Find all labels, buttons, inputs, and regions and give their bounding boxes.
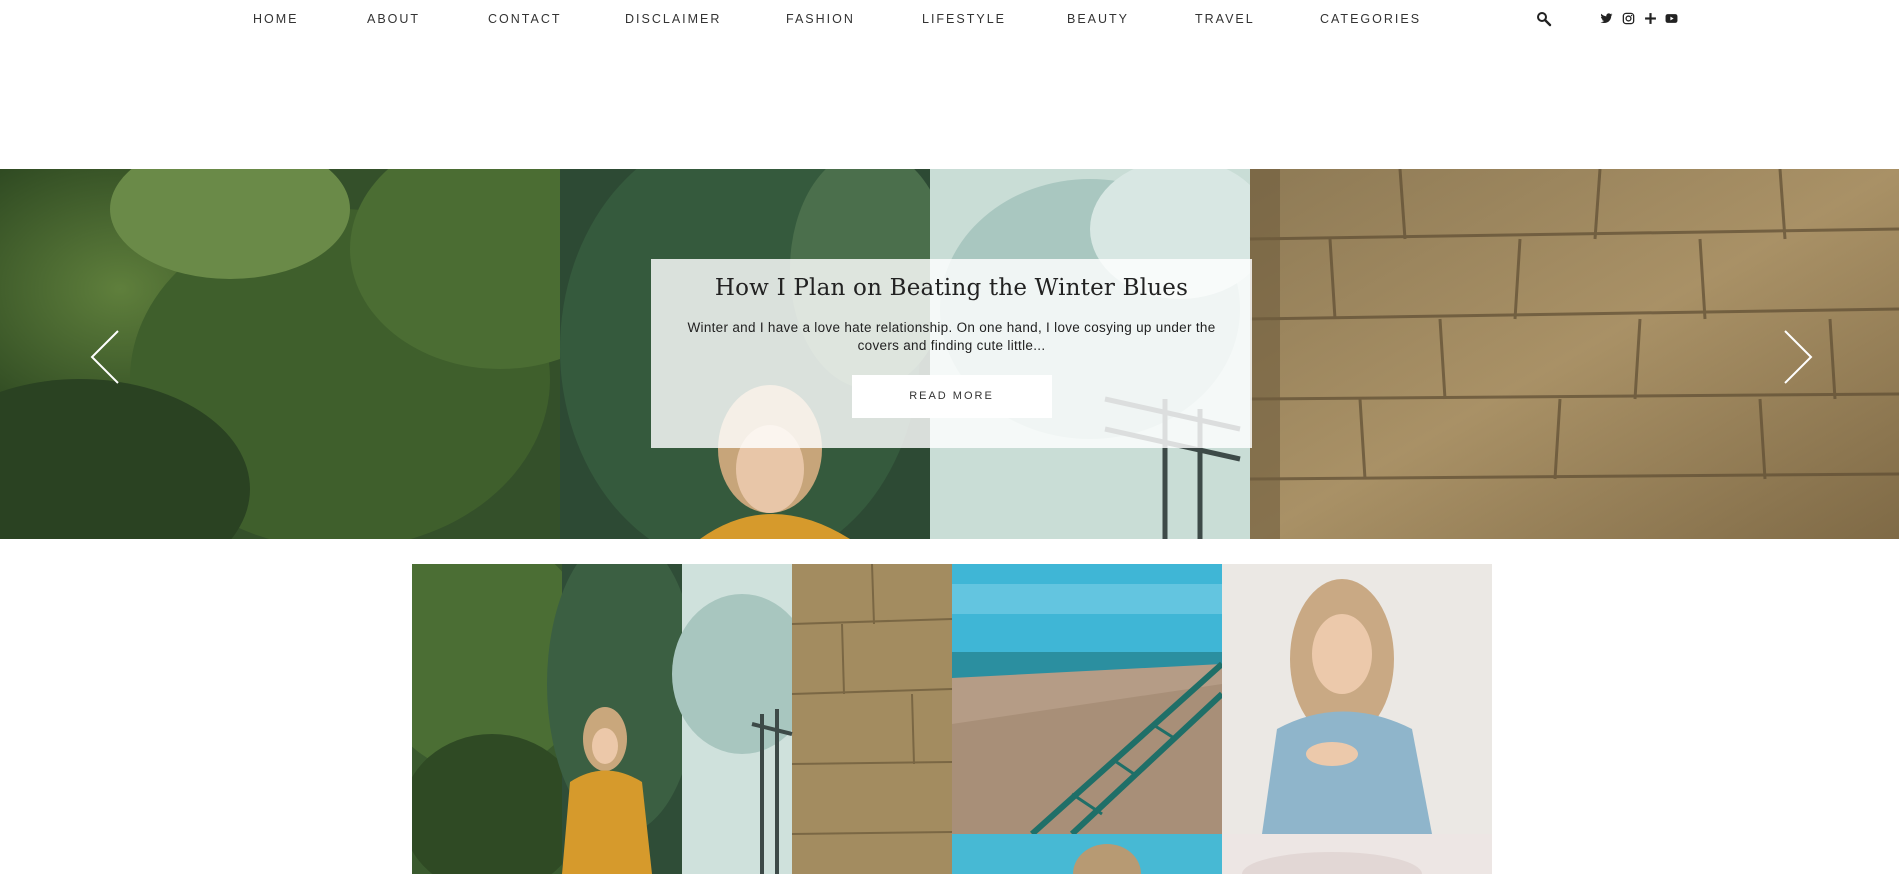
slider-prev-button[interactable] [86, 327, 126, 387]
featured-post-excerpt: Winter and I have a love hate relationsh… [687, 320, 1216, 353]
youtube-icon[interactable] [1665, 12, 1678, 25]
post-tile-beach[interactable] [952, 564, 1222, 834]
nav-item-beauty[interactable]: BEAUTY [1067, 12, 1129, 26]
featured-post-title[interactable]: How I Plan on Beating the Winter Blues [651, 275, 1252, 301]
nav-item-disclaimer[interactable]: DISCLAIMER [625, 12, 721, 26]
featured-slider: How I Plan on Beating the Winter Blues W… [0, 169, 1899, 539]
slider-next-button[interactable] [1777, 327, 1817, 387]
main-navigation: HOME ABOUT CONTACT DISCLAIMER FASHION LI… [0, 0, 1899, 38]
post-tile-denim[interactable] [1222, 564, 1492, 834]
post-tile-sky[interactable] [1222, 834, 1492, 874]
nav-item-travel[interactable]: TRAVEL [1195, 12, 1255, 26]
chevron-right-icon [1784, 330, 1813, 384]
post-tile-winter-blues[interactable] [412, 564, 952, 874]
instagram-icon[interactable] [1622, 12, 1635, 25]
nav-item-about[interactable]: ABOUT [367, 12, 420, 26]
nav-item-home[interactable]: HOME [253, 12, 299, 26]
post-tile-portrait[interactable] [952, 834, 1222, 874]
post-image [1222, 834, 1492, 874]
post-image [952, 564, 1222, 834]
post-image [1222, 564, 1492, 834]
nav-item-contact[interactable]: CONTACT [488, 12, 562, 26]
nav-item-categories[interactable]: CATEGORIES [1320, 12, 1421, 26]
twitter-icon[interactable] [1600, 12, 1613, 25]
post-image [952, 834, 1222, 874]
chevron-left-icon [90, 330, 119, 384]
nav-item-lifestyle[interactable]: LIFESTYLE [922, 12, 1006, 26]
nav-item-fashion[interactable]: FASHION [786, 12, 855, 26]
read-more-button[interactable]: READ MORE [851, 375, 1052, 418]
search-icon[interactable] [1536, 11, 1552, 27]
bloglovin-icon[interactable] [1644, 12, 1657, 25]
post-image [412, 564, 952, 874]
featured-post-card: How I Plan on Beating the Winter Blues W… [651, 259, 1252, 448]
